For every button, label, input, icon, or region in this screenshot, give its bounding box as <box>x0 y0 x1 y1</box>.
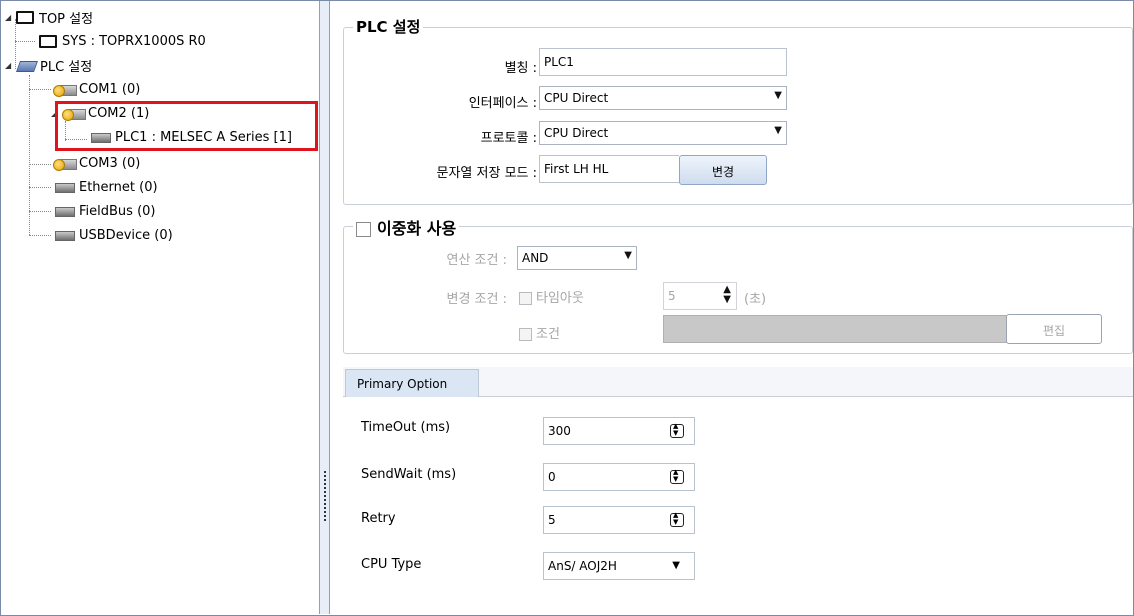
sendwait-label: SendWait (ms) <box>361 467 457 482</box>
device-icon <box>53 205 75 217</box>
tree-item-label: USBDevice (0) <box>79 227 173 243</box>
panel-splitter[interactable] <box>319 1 330 614</box>
condition-input <box>663 315 1023 343</box>
expand-triangle-icon[interactable]: ◢ <box>5 13 14 22</box>
project-tree: ◢ TOP 설정 SYS : TOPRX1000S R0 ◢ PLC 설정 CO… <box>1 1 319 614</box>
sendwait-input-value: 0 <box>548 470 556 484</box>
plc-icon <box>16 58 36 72</box>
tree-item-ethernet[interactable]: Ethernet (0) <box>53 177 158 197</box>
timeout-spinner[interactable]: 5 ▲ ▼ <box>663 282 737 310</box>
timeout-value: 5 <box>668 289 676 303</box>
splitter-grip[interactable] <box>324 471 326 521</box>
tree-item-label: PLC 설정 <box>40 59 93 75</box>
condition-checkbox[interactable]: 조건 <box>519 323 560 342</box>
interface-label: 인터페이스 : <box>468 96 537 111</box>
screen-icon <box>16 10 34 24</box>
retry-input-value: 5 <box>548 513 556 527</box>
edit-button[interactable]: 편집 <box>1006 314 1102 344</box>
tree-item-fieldbus[interactable]: FieldBus (0) <box>53 201 155 221</box>
cpu-type-label: CPU Type <box>361 557 422 572</box>
spinner-icon[interactable] <box>670 511 684 527</box>
expand-triangle-icon[interactable]: ◢ <box>5 61 14 70</box>
operation-condition-label: 연산 조건 : <box>446 253 508 268</box>
tree-item-com1[interactable]: COM1 (0) <box>53 79 140 99</box>
tree-connector <box>29 89 51 90</box>
tree-item-top-settings[interactable]: ◢ TOP 설정 <box>5 7 93 27</box>
operation-condition-select[interactable]: AND ▼ <box>517 246 637 270</box>
protocol-select[interactable]: CPU Direct ▼ <box>539 121 787 145</box>
tree-connector <box>29 164 51 165</box>
tree-item-plc-settings[interactable]: ◢ PLC 설정 <box>5 55 92 75</box>
redundancy-title[interactable]: 이중화 사용 <box>353 215 460 239</box>
retry-label: Retry <box>361 511 396 526</box>
tree-item-com3[interactable]: COM3 (0) <box>53 153 140 173</box>
timeout-checkbox-label: 타임아웃 <box>536 291 584 306</box>
change-button[interactable]: 변경 <box>679 155 767 185</box>
timeout-label: TimeOut (ms) <box>361 420 451 435</box>
cpu-type-value: AnS/ AOJ2H <box>548 559 617 573</box>
dropdown-arrow-icon: ▼ <box>774 90 782 101</box>
tree-item-label: COM1 (0) <box>79 81 141 97</box>
redundancy-title-label: 이중화 사용 <box>377 219 457 238</box>
device-icon <box>53 181 75 193</box>
redundancy-checkbox[interactable] <box>356 222 371 237</box>
checkbox-box[interactable] <box>519 292 532 305</box>
condition-checkbox-label: 조건 <box>536 327 560 342</box>
change-condition-label: 변경 조건 : <box>446 292 508 307</box>
tree-item-label: TOP 설정 <box>39 11 94 27</box>
dropdown-arrow-icon: ▼ <box>672 560 680 571</box>
interface-select-value: CPU Direct <box>544 91 609 105</box>
tab-primary-option[interactable]: Primary Option <box>345 369 479 397</box>
tree-item-sys[interactable]: SYS : TOPRX1000S R0 <box>39 31 206 51</box>
protocol-label: 프로토콜 : <box>480 131 537 146</box>
tree-item-usbdevice[interactable]: USBDevice (0) <box>53 225 173 245</box>
retry-input[interactable]: 5 <box>543 506 695 534</box>
selection-highlight <box>55 101 318 151</box>
tree-connector <box>29 211 51 212</box>
device-icon <box>53 229 75 241</box>
string-mode-value: First LH HL <box>539 155 679 183</box>
tree-item-label: COM3 (0) <box>79 155 141 171</box>
spinner-arrows-icon[interactable]: ▲ ▼ <box>723 285 731 305</box>
alias-label: 별칭 : <box>504 61 537 76</box>
alias-input[interactable]: PLC1 <box>539 48 787 76</box>
tree-item-label: Ethernet (0) <box>79 179 158 195</box>
plc-settings-title: PLC 설정 <box>353 16 424 37</box>
timeout-unit: (초) <box>744 292 767 307</box>
string-mode-label: 문자열 저장 모드 : <box>436 166 538 181</box>
tree-connector <box>29 187 51 188</box>
tree-item-label: FieldBus (0) <box>79 203 156 219</box>
spinner-icon[interactable] <box>670 422 684 438</box>
com-port-icon <box>53 82 77 97</box>
checkbox-box[interactable] <box>519 328 532 341</box>
settings-panel: PLC 설정 별칭 : PLC1 인터페이스 : CPU Direct ▼ 프로… <box>331 1 1133 614</box>
timeout-input[interactable]: 300 <box>543 417 695 445</box>
operation-condition-value: AND <box>522 251 549 265</box>
interface-select[interactable]: CPU Direct ▼ <box>539 86 787 110</box>
com-port-icon <box>53 156 77 171</box>
timeout-input-value: 300 <box>548 424 571 438</box>
sendwait-input[interactable]: 0 <box>543 463 695 491</box>
cpu-type-select[interactable]: AnS/ AOJ2H ▼ <box>543 552 695 580</box>
timeout-checkbox[interactable]: 타임아웃 <box>519 287 584 306</box>
dropdown-arrow-icon: ▼ <box>774 125 782 136</box>
dropdown-arrow-icon: ▼ <box>624 250 632 261</box>
tree-connector <box>15 41 35 42</box>
spinner-icon[interactable] <box>670 468 684 484</box>
tree-connector <box>29 235 51 236</box>
screen-icon <box>39 34 57 48</box>
protocol-select-value: CPU Direct <box>544 126 609 140</box>
tree-item-label: SYS : TOPRX1000S R0 <box>62 33 206 49</box>
